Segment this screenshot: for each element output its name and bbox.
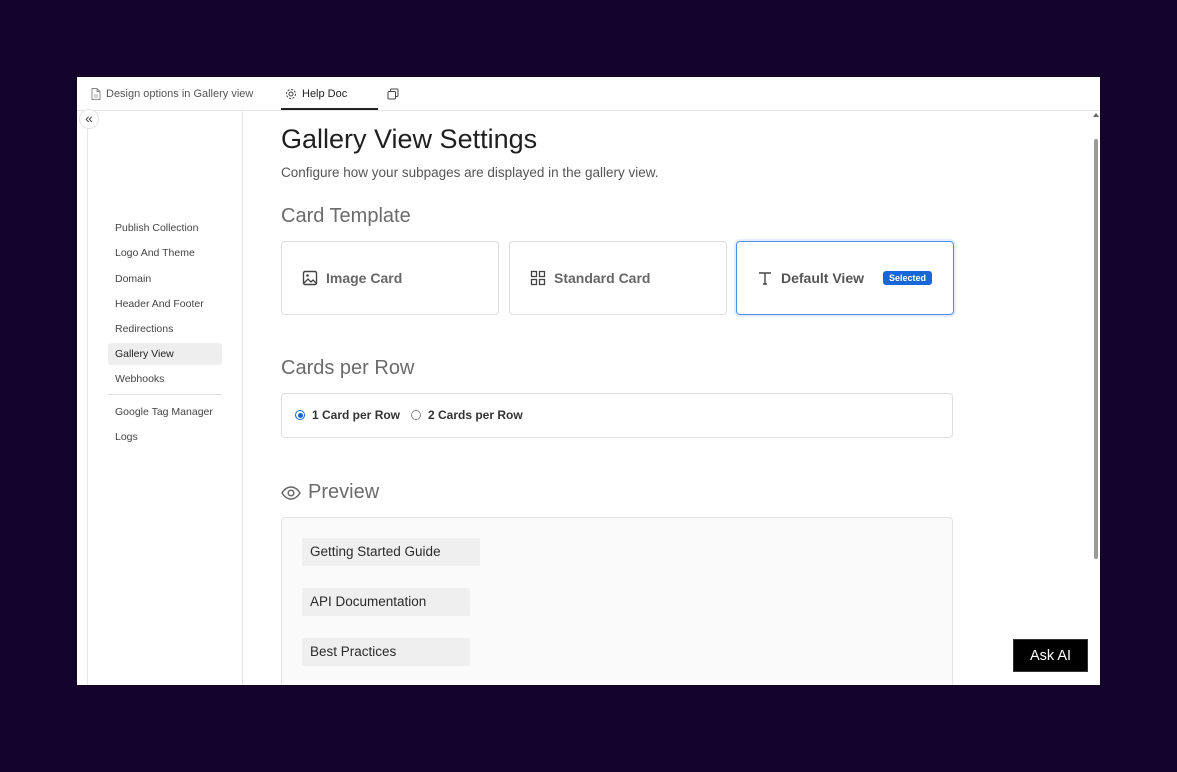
sidebar-item-domain[interactable]: Domain bbox=[108, 268, 222, 290]
tab-bar: Design options in Gallery view Help Doc bbox=[77, 77, 1100, 111]
radio-1-card-per-row[interactable]: 1 Card per Row bbox=[295, 408, 400, 422]
document-icon bbox=[91, 87, 101, 100]
sidebar-item-gallery-view[interactable]: Gallery View bbox=[108, 343, 222, 365]
main-scrollbar[interactable] bbox=[1092, 111, 1100, 685]
ask-ai-button[interactable]: Ask AI bbox=[1013, 639, 1088, 672]
sidebar-item-logo-and-theme[interactable]: Logo And Theme bbox=[108, 242, 222, 264]
radio-2-cards-per-row[interactable]: 2 Cards per Row bbox=[411, 408, 523, 422]
preview-panel: Getting Started Guide API Documentation … bbox=[281, 517, 953, 685]
sidebar-item-header-and-footer[interactable]: Header And Footer bbox=[108, 293, 222, 315]
app-window: Design options in Gallery view Help Doc … bbox=[77, 77, 1100, 685]
left-rail bbox=[77, 111, 88, 685]
cards-per-row-heading: Cards per Row bbox=[281, 357, 415, 379]
sidebar-item-publish-collection[interactable]: Publish Collection bbox=[108, 217, 222, 239]
radio-dot-checked bbox=[295, 410, 305, 420]
sidebar-divider bbox=[108, 394, 222, 395]
tab-design-options[interactable]: Design options in Gallery view bbox=[91, 77, 253, 110]
page-title: Gallery View Settings bbox=[281, 124, 538, 154]
card-option-default-view[interactable]: Default View Selected bbox=[736, 241, 954, 315]
sidebar-item-redirections[interactable]: Redirections bbox=[108, 318, 222, 340]
card-option-label: Standard Card bbox=[554, 270, 651, 286]
page-subtitle: Configure how your subpages are displaye… bbox=[281, 165, 659, 180]
image-icon bbox=[302, 270, 318, 286]
radio-label: 1 Card per Row bbox=[312, 408, 401, 422]
card-template-heading: Card Template bbox=[281, 205, 411, 227]
popout-button[interactable] bbox=[387, 77, 404, 110]
card-option-label: Image Card bbox=[326, 270, 403, 286]
cards-per-row-options: 1 Card per Row 2 Cards per Row bbox=[281, 393, 953, 438]
scroll-up-arrow-icon[interactable] bbox=[1093, 113, 1099, 117]
sidebar-item-webhooks[interactable]: Webhooks bbox=[108, 368, 222, 390]
tab-help-label: Help Doc bbox=[302, 87, 348, 100]
preview-item-best-practices[interactable]: Best Practices bbox=[302, 638, 470, 666]
preview-heading-label: Preview bbox=[308, 481, 380, 503]
active-tab-indicator bbox=[281, 108, 378, 110]
settings-sidebar: Publish Collection Logo And Theme Domain… bbox=[88, 111, 243, 685]
preview-item-getting-started[interactable]: Getting Started Guide bbox=[302, 538, 480, 566]
radio-dot-unchecked bbox=[411, 410, 421, 420]
sidebar-item-logs[interactable]: Logs bbox=[108, 426, 222, 448]
tab-help-doc[interactable]: Help Doc bbox=[285, 77, 347, 110]
sidebar-item-google-tag-manager[interactable]: Google Tag Manager bbox=[108, 401, 222, 423]
collapse-sidebar-button[interactable]: « bbox=[79, 109, 99, 129]
card-option-standard[interactable]: Standard Card bbox=[509, 241, 727, 315]
scrollbar-thumb[interactable] bbox=[1094, 139, 1098, 559]
tab-design-label: Design options in Gallery view bbox=[106, 87, 254, 100]
text-icon bbox=[759, 272, 771, 285]
gear-icon bbox=[286, 88, 296, 99]
card-option-image[interactable]: Image Card bbox=[281, 241, 499, 315]
preview-item-api-documentation[interactable]: API Documentation bbox=[302, 588, 470, 616]
grid-icon bbox=[530, 270, 546, 286]
main-content: Gallery View Settings Configure how your… bbox=[243, 111, 1096, 685]
radio-label: 2 Cards per Row bbox=[428, 408, 523, 422]
popout-icon bbox=[387, 88, 399, 99]
preview-heading: Preview bbox=[281, 481, 379, 504]
card-option-label: Default View bbox=[781, 270, 864, 286]
selected-badge: Selected bbox=[883, 271, 933, 285]
eye-icon bbox=[281, 485, 301, 500]
